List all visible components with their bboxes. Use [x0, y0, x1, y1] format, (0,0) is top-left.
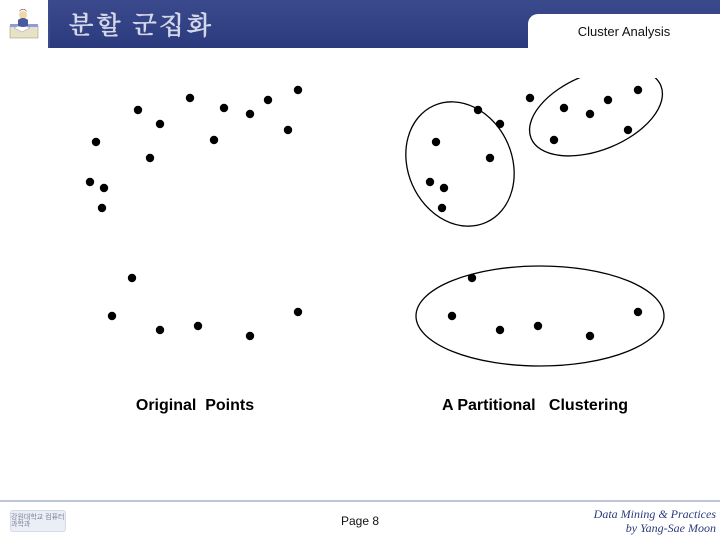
- data-point: [496, 120, 504, 128]
- credit-line-1: Data Mining & Practices: [594, 507, 716, 521]
- data-point: [550, 136, 558, 144]
- data-point: [186, 94, 194, 102]
- partitional-clustering-label: A Partitional Clustering: [390, 397, 680, 415]
- data-point: [246, 110, 254, 118]
- data-point: [194, 322, 202, 330]
- data-point: [486, 154, 494, 162]
- clustering-diagram: Original Points A Partitional Clustering: [50, 78, 670, 438]
- data-point: [294, 308, 302, 316]
- data-point: [220, 104, 228, 112]
- data-point: [438, 204, 446, 212]
- data-point: [246, 332, 254, 340]
- slide-title: 분할 군집화: [68, 6, 213, 42]
- data-point: [92, 138, 100, 146]
- slide-subtitle: Cluster Analysis: [578, 24, 670, 39]
- subtitle-box: Cluster Analysis: [528, 14, 720, 48]
- header-icon-box: [0, 0, 50, 48]
- data-point: [534, 322, 542, 330]
- original-points-label: Original Points: [50, 397, 340, 415]
- title-wrap: 분할 군집화 Cluster Analysis: [50, 0, 720, 48]
- data-point: [426, 178, 434, 186]
- page-number: Page 8: [341, 514, 379, 528]
- university-logo: 강원대학교 컴퓨터과학과: [10, 510, 66, 532]
- partitional-clustering-panel: A Partitional Clustering: [390, 78, 680, 438]
- data-point: [264, 96, 272, 104]
- data-point: [526, 94, 534, 102]
- data-point: [496, 326, 504, 334]
- slide-footer: 강원대학교 컴퓨터과학과 Page 8 Data Mining & Practi…: [0, 500, 720, 540]
- cluster-outline: [517, 78, 675, 173]
- data-point: [134, 106, 142, 114]
- reading-figure-icon: [6, 6, 42, 42]
- data-point: [634, 86, 642, 94]
- cluster-outline: [390, 84, 534, 243]
- credit-block: Data Mining & Practices by Yang-Sae Moon: [594, 507, 716, 536]
- data-point: [156, 326, 164, 334]
- data-point: [98, 204, 106, 212]
- data-point: [624, 126, 632, 134]
- data-point: [128, 274, 136, 282]
- data-point: [86, 178, 94, 186]
- data-point: [432, 138, 440, 146]
- data-point: [294, 86, 302, 94]
- partitional-clustering-plot: [390, 78, 680, 388]
- data-point: [146, 154, 154, 162]
- data-point: [586, 332, 594, 340]
- data-point: [440, 184, 448, 192]
- data-point: [156, 120, 164, 128]
- credit-line-2: by Yang-Sae Moon: [594, 521, 716, 535]
- data-point: [108, 312, 116, 320]
- data-point: [634, 308, 642, 316]
- slide-header: 분할 군집화 Cluster Analysis: [0, 0, 720, 48]
- slide-content: Original Points A Partitional Clustering: [0, 48, 720, 500]
- data-point: [448, 312, 456, 320]
- university-logo-text: 강원대학교 컴퓨터과학과: [11, 514, 65, 528]
- data-point: [604, 96, 612, 104]
- original-points-plot: [50, 78, 340, 388]
- data-point: [586, 110, 594, 118]
- data-point: [100, 184, 108, 192]
- data-point: [284, 126, 292, 134]
- data-point: [210, 136, 218, 144]
- original-points-panel: Original Points: [50, 78, 340, 438]
- data-point: [560, 104, 568, 112]
